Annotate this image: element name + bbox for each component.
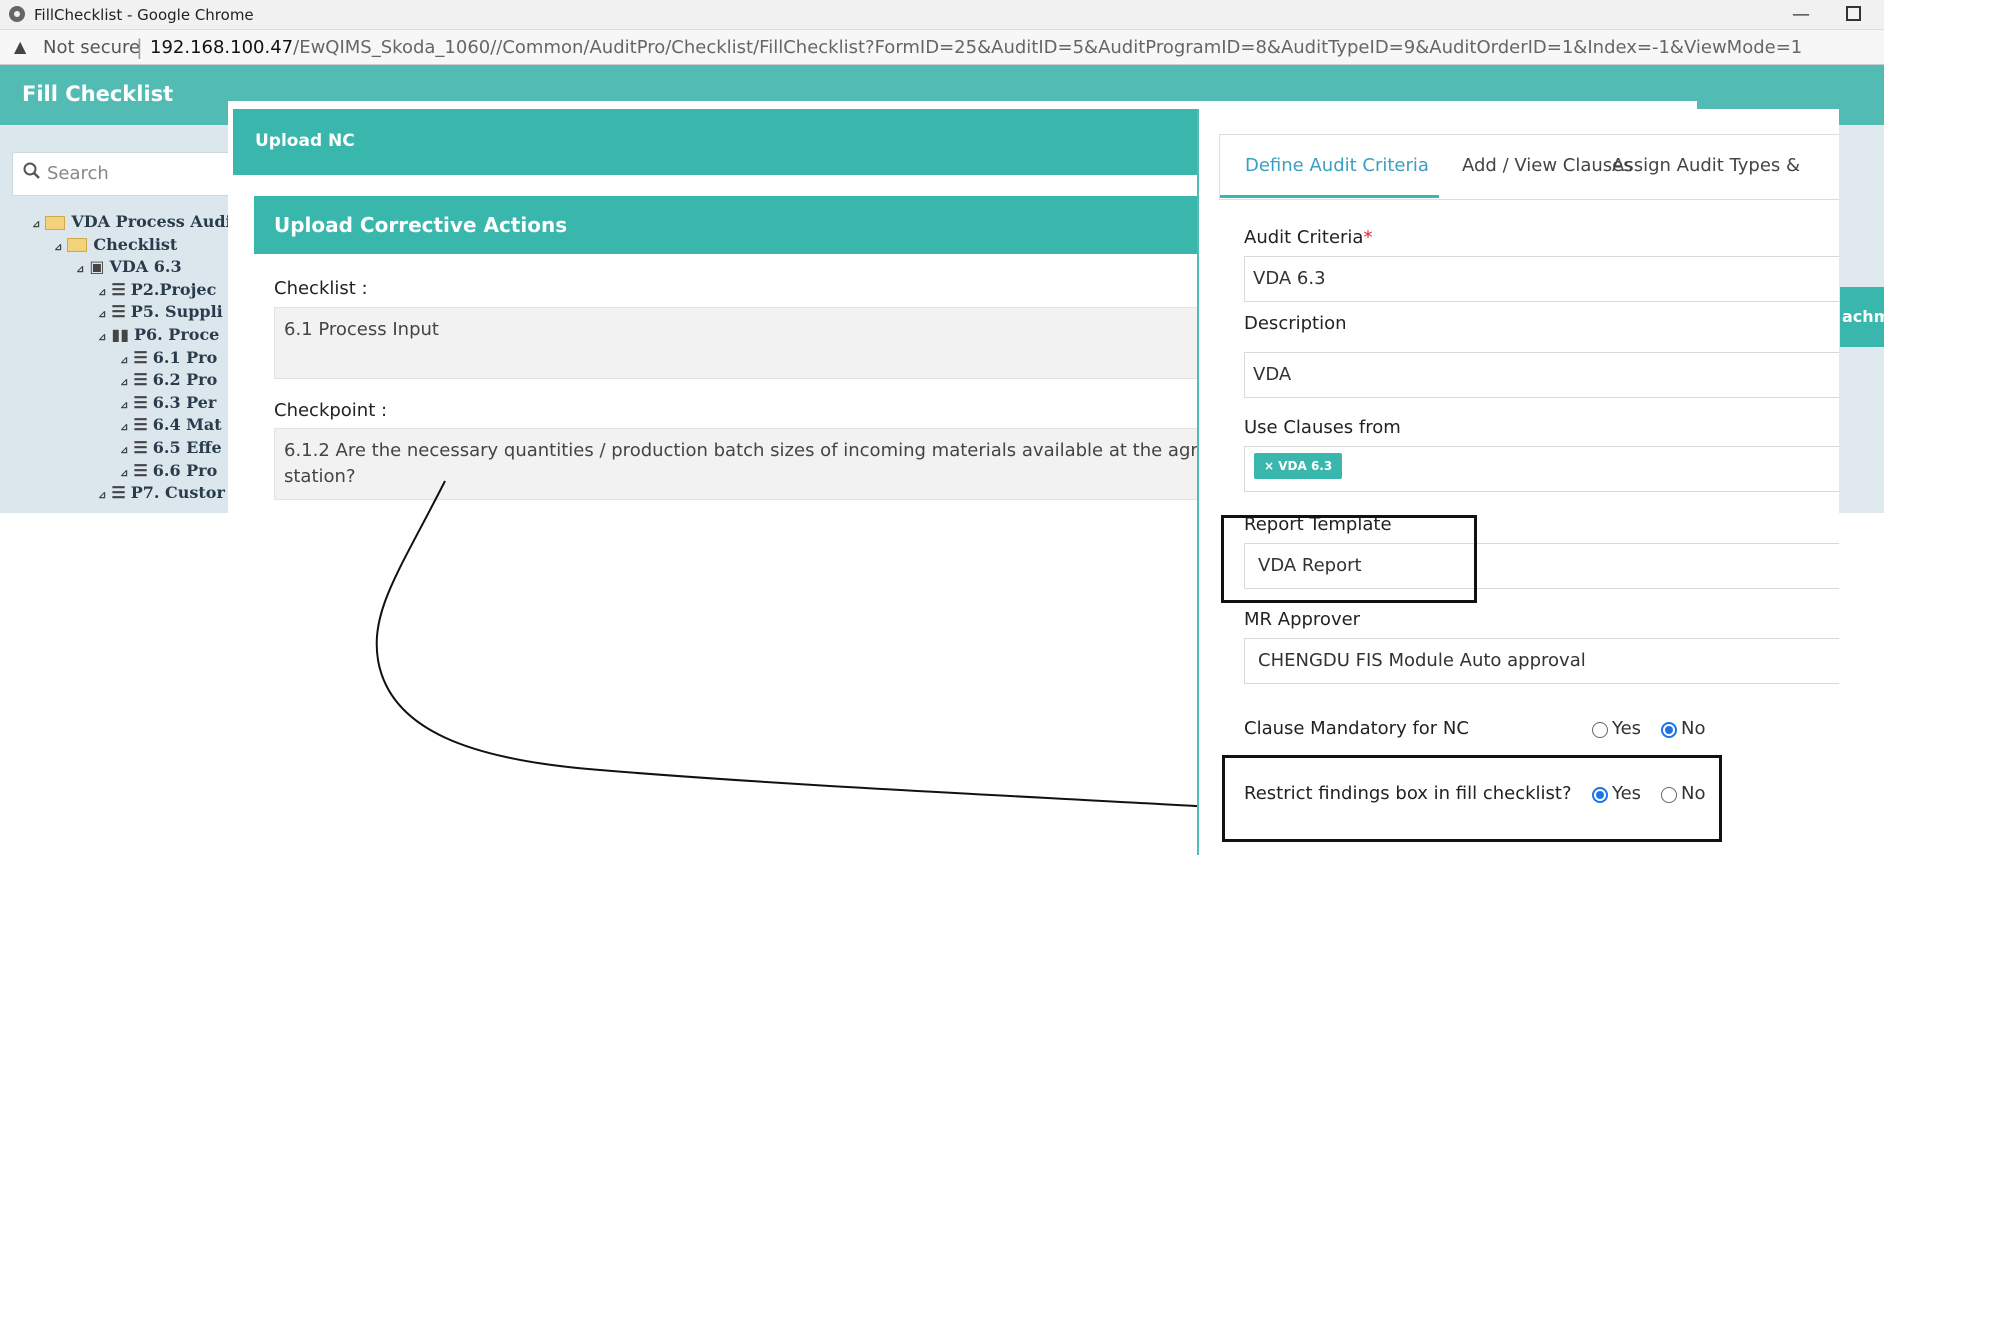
clause-mandatory-no-radio[interactable] bbox=[1661, 722, 1677, 738]
audit-criteria-input[interactable]: VDA 6.3 bbox=[1244, 256, 1839, 302]
clause-mandatory-no-label: No bbox=[1681, 718, 1706, 739]
clause-chip[interactable]: × VDA 6.3 bbox=[1254, 453, 1343, 479]
report-template-highlight bbox=[1221, 515, 1477, 603]
restrict-findings-highlight bbox=[1222, 755, 1722, 842]
audit-criteria-panel: Define Audit Criteria Add / View Clauses… bbox=[1197, 109, 1839, 855]
description-label: Description bbox=[1244, 313, 1347, 334]
clause-mandatory-yes-radio[interactable] bbox=[1592, 722, 1608, 738]
tab-bar: Define Audit Criteria Add / View Clauses… bbox=[1219, 134, 1839, 200]
active-tab-indicator bbox=[1220, 195, 1439, 198]
use-clauses-select[interactable]: × VDA 6.3 bbox=[1244, 446, 1839, 492]
mr-approver-value: CHENGDU FIS Module Auto approval bbox=[1258, 650, 1586, 671]
required-mark: * bbox=[1363, 227, 1373, 248]
clause-mandatory-label: Clause Mandatory for NC bbox=[1244, 718, 1469, 739]
description-value: VDA bbox=[1253, 364, 1292, 385]
audit-criteria-label: Audit Criteria* bbox=[1244, 227, 1372, 248]
mr-approver-label: MR Approver bbox=[1244, 609, 1361, 630]
description-input[interactable]: VDA bbox=[1244, 352, 1839, 398]
audit-criteria-value: VDA 6.3 bbox=[1253, 268, 1326, 289]
tab-define-audit-criteria[interactable]: Define Audit Criteria bbox=[1245, 155, 1429, 176]
mr-approver-select[interactable]: CHENGDU FIS Module Auto approval bbox=[1244, 638, 1839, 684]
tab-add-view-clauses[interactable]: Add / View Clauses bbox=[1462, 155, 1633, 176]
tab-assign-audit-types[interactable]: Assign Audit Types & bbox=[1612, 155, 1800, 176]
use-clauses-label: Use Clauses from bbox=[1244, 417, 1401, 438]
audit-criteria-label-text: Audit Criteria bbox=[1244, 227, 1364, 248]
clause-mandatory-yes-label: Yes bbox=[1612, 718, 1642, 739]
